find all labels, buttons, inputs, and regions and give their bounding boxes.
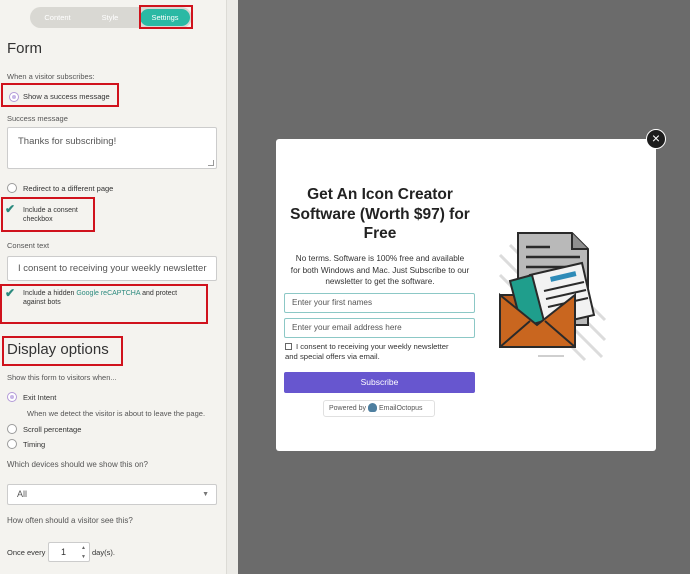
redirect-radio[interactable] (7, 183, 17, 193)
subscribe-label: When a visitor subscribes: (7, 72, 95, 81)
success-message-label: Success message (7, 114, 68, 123)
frequency-label: How often should a visitor see this? (7, 516, 133, 525)
octopus-logo-icon (367, 403, 377, 412)
highlight-consent (1, 197, 95, 232)
panel-divider[interactable] (226, 0, 238, 574)
once-every-label: Once every (7, 548, 46, 557)
subscribe-button[interactable]: Subscribe (284, 372, 475, 393)
exit-intent-label: Exit Intent (23, 393, 57, 402)
powered-by-badge[interactable]: Powered by EmailOctopus (323, 400, 435, 417)
exit-intent-desc: When we detect the visitor is about to l… (27, 409, 206, 418)
caret-down-icon: ▼ (202, 491, 209, 498)
popup-consent: I consent to receiving your weekly newsl… (285, 342, 449, 361)
consent-text-input[interactable]: I consent to receiving your weekly newsl… (7, 256, 217, 281)
days-stepper[interactable]: 1 ▲ ▼ (48, 542, 90, 562)
popup-description: No terms. Software is 100% free and avai… (290, 254, 470, 286)
spinner-down-icon[interactable]: ▼ (81, 554, 86, 560)
form-heading: Form (7, 40, 42, 57)
devices-value: All (17, 489, 28, 499)
spinner-up-icon[interactable]: ▲ (81, 545, 86, 551)
consent-text-label: Consent text (7, 241, 50, 250)
email-input[interactable]: Enter your email address here (284, 318, 475, 338)
envelope-illustration (498, 232, 607, 362)
days-unit-label: day(s). (92, 548, 115, 557)
tab-style[interactable]: Style (85, 7, 135, 28)
tab-content[interactable]: Content (30, 7, 85, 28)
timing-radio[interactable] (7, 439, 17, 449)
redirect-label: Redirect to a different page (23, 184, 114, 193)
scroll-label: Scroll percentage (23, 425, 82, 434)
success-message-textarea[interactable]: Thanks for subscribing! (7, 127, 217, 169)
popup-title: Get An Icon Creator Software (Worth $97)… (290, 186, 470, 242)
scroll-radio[interactable] (7, 424, 17, 434)
highlight-recaptcha (0, 284, 208, 324)
first-name-input[interactable]: Enter your first names (284, 293, 475, 313)
exit-intent-radio[interactable] (7, 392, 17, 402)
highlight-display (2, 336, 123, 366)
highlight-success (1, 83, 119, 107)
close-icon[interactable]: × (646, 129, 666, 149)
popup-consent-checkbox[interactable] (285, 343, 292, 350)
highlight-settings-tab (139, 5, 193, 29)
timing-label: Timing (23, 440, 46, 449)
devices-select[interactable]: All ▼ (7, 484, 217, 505)
days-value: 1 (61, 547, 67, 557)
devices-label: Which devices should we show this on? (7, 460, 148, 469)
show-when-label: Show this form to visitors when... (7, 373, 117, 382)
